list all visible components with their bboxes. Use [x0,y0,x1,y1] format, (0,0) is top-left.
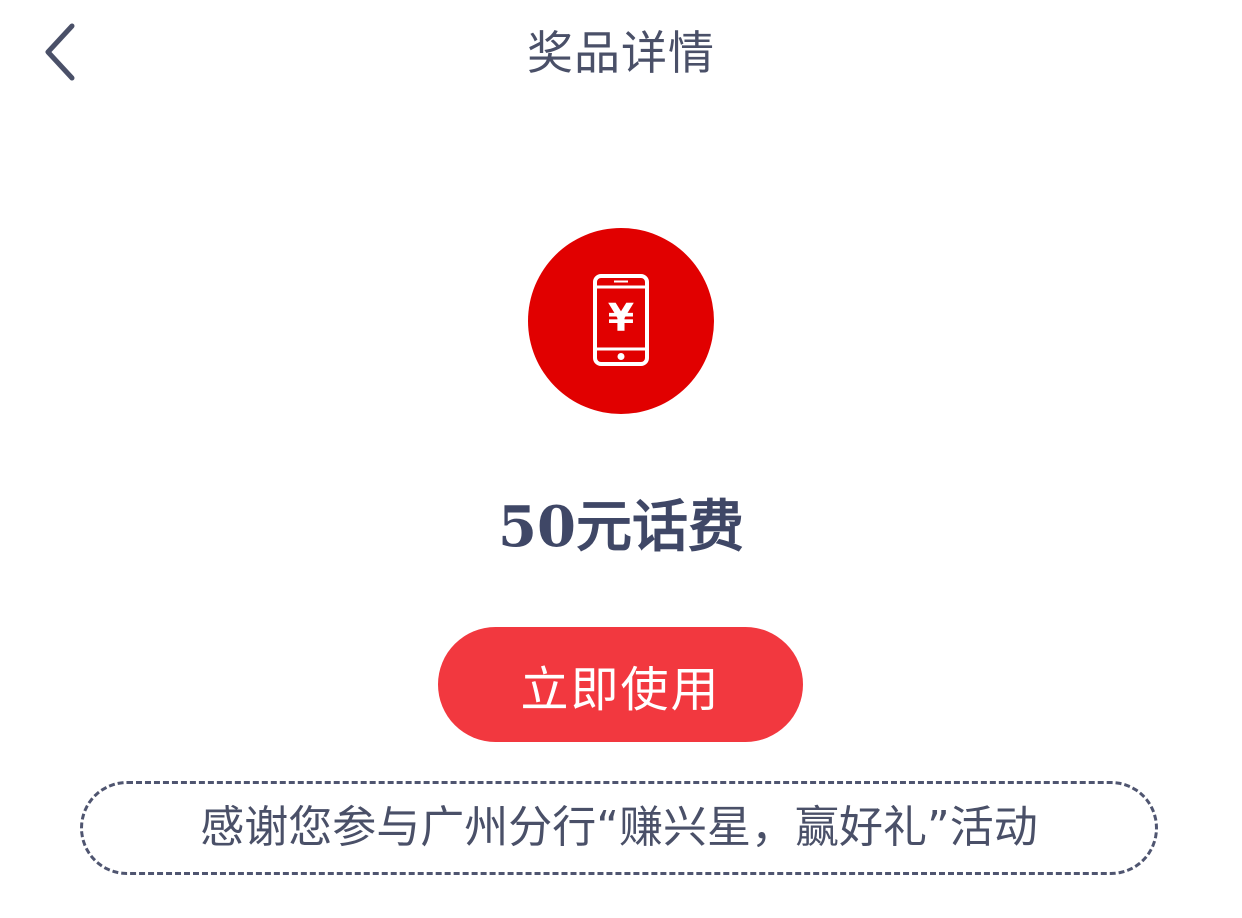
thanks-banner: 感谢您参与广州分行“赚兴星，赢好礼”活动 [80,781,1158,875]
prize-name: 50元话费 [498,494,744,560]
nav-bar: 奖品详情 [0,0,1242,106]
yuan-glyph: ¥ [608,296,634,340]
page-title: 奖品详情 [527,26,715,80]
thanks-text: 感谢您参与广州分行“赚兴星，赢好礼”活动 [200,802,1038,853]
use-now-button[interactable]: 立即使用 [438,627,803,742]
prize-detail-page: 奖品详情 ¥ 50元话费 立即使用 感谢您参与广州分行“赚兴星，赢好礼”活动 [0,0,1242,918]
prize-icon-circle: ¥ [528,228,714,414]
mobile-phone-yuan-icon: ¥ [593,274,649,366]
